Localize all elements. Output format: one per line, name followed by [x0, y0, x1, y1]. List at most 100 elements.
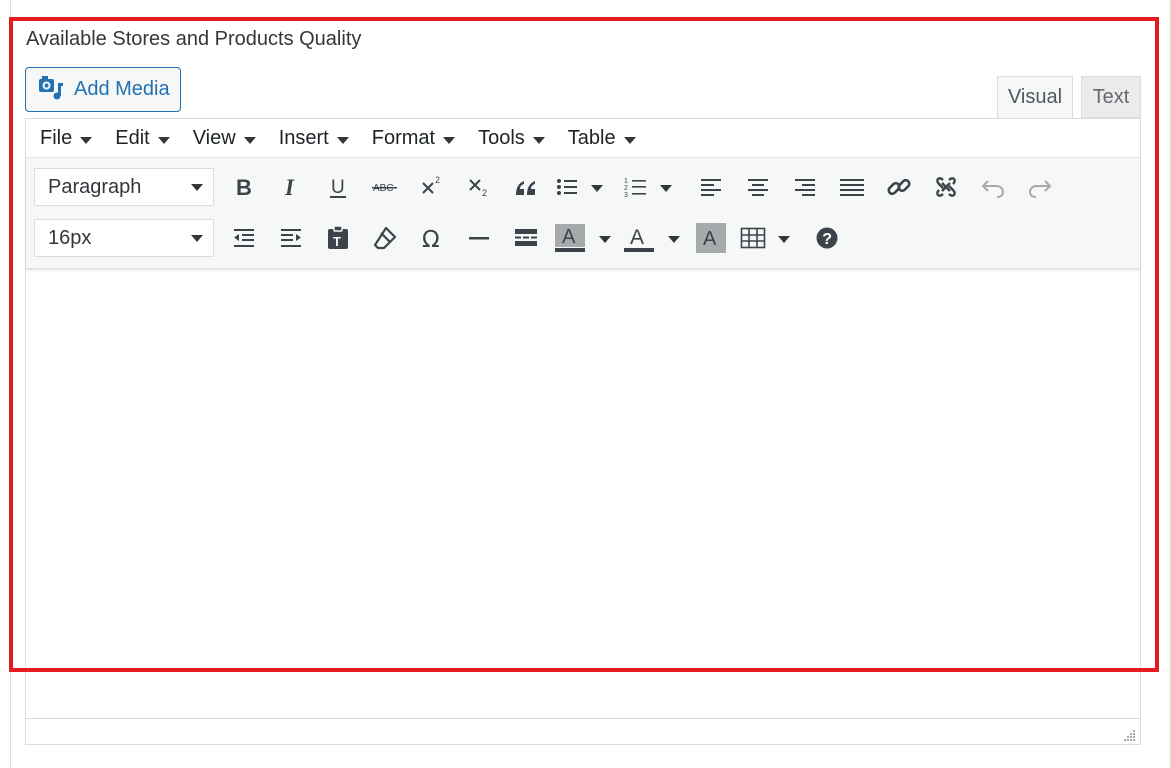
add-media-button[interactable]: Add Media	[25, 67, 181, 112]
menu-format[interactable]: Format	[371, 126, 456, 150]
editor-toolbar: Paragraph B I U ABC 2 2	[26, 158, 1140, 269]
svg-text:1: 1	[624, 178, 628, 185]
undo-icon	[981, 180, 1005, 198]
font-size-value: 16px	[48, 226, 92, 249]
menu-tools[interactable]: Tools	[478, 127, 545, 150]
paste-as-text-button[interactable]: T	[318, 219, 358, 257]
link-button[interactable]	[879, 168, 919, 206]
svg-text:I: I	[284, 175, 295, 199]
menu-format-label: Format	[371, 126, 436, 149]
caret-down-icon	[532, 136, 545, 144]
toolbar-row-2: 16px T Ω A A A ?	[34, 218, 854, 258]
align-center-icon	[748, 179, 768, 196]
svg-text:T: T	[333, 234, 341, 249]
outdent-button[interactable]	[224, 219, 264, 257]
font-size-select[interactable]: 16px	[34, 219, 214, 257]
editor-statusbar	[26, 718, 1140, 744]
camera-music-icon	[38, 74, 64, 106]
menu-file-label: File	[40, 126, 73, 149]
align-right-icon	[795, 179, 815, 196]
align-right-button[interactable]	[785, 168, 825, 206]
table-button[interactable]	[738, 219, 800, 257]
underline-icon: U	[330, 177, 346, 198]
align-center-button[interactable]	[738, 168, 778, 206]
caret-down-icon	[668, 235, 680, 243]
horizontal-line-button[interactable]	[459, 219, 499, 257]
block-format-select[interactable]: Paragraph	[34, 168, 214, 206]
caret-down-icon	[336, 136, 349, 144]
menu-insert-label: Insert	[278, 126, 329, 149]
table-icon	[740, 227, 766, 249]
svg-text:2: 2	[482, 188, 487, 198]
highlight-icon: A	[696, 223, 726, 253]
strikethrough-icon: ABC	[372, 183, 397, 194]
blockquote-icon	[516, 181, 535, 195]
caret-down-icon	[80, 136, 93, 144]
superscript-icon: 2	[422, 175, 440, 194]
subscript-icon: 2	[469, 179, 487, 198]
caret-down-icon	[191, 183, 203, 191]
menu-view-label: View	[192, 126, 236, 149]
caret-down-icon	[443, 136, 456, 144]
bold-button[interactable]: B	[224, 168, 264, 206]
redo-icon	[1028, 180, 1052, 198]
italic-button[interactable]: I	[271, 168, 311, 206]
field-label: Available Stores and Products Quality	[26, 28, 362, 50]
menu-insert[interactable]: Insert	[279, 127, 349, 150]
menu-view[interactable]: View	[193, 127, 256, 150]
svg-text:A: A	[562, 226, 576, 248]
numbered-list-button[interactable]: 123	[622, 168, 684, 206]
bullet-list-button[interactable]	[553, 168, 615, 206]
editor-content-area[interactable]	[26, 269, 1140, 719]
superscript-button[interactable]: 2	[412, 168, 452, 206]
undo-button[interactable]	[973, 168, 1013, 206]
text-color-button[interactable]: A	[622, 219, 684, 257]
tab-visual[interactable]: Visual	[997, 76, 1073, 118]
svg-text:A: A	[630, 226, 644, 249]
background-color-button[interactable]: A	[553, 219, 615, 257]
indent-icon	[281, 229, 301, 247]
subscript-button[interactable]: 2	[459, 168, 499, 206]
redo-button[interactable]	[1020, 168, 1060, 206]
svg-text:Ω: Ω	[422, 227, 440, 251]
indent-button[interactable]	[271, 219, 311, 257]
strikethrough-button[interactable]: ABC	[365, 168, 405, 206]
svg-text:A: A	[703, 228, 717, 250]
paste-as-text-icon: T	[328, 225, 348, 249]
menu-table[interactable]: Table	[568, 127, 636, 150]
resize-handle-icon[interactable]	[1124, 728, 1136, 741]
editor-menubar: File Edit View Insert Format Tools Table	[26, 119, 1140, 158]
tab-text[interactable]: Text	[1081, 76, 1141, 118]
rich-text-editor: File Edit View Insert Format Tools Table…	[25, 118, 1141, 745]
caret-down-icon	[243, 136, 256, 144]
special-character-icon: Ω	[422, 227, 440, 251]
unlink-icon	[936, 177, 956, 197]
align-left-button[interactable]	[691, 168, 731, 206]
horizontal-line-icon	[469, 237, 489, 240]
background-color-icon: A	[555, 224, 585, 252]
menu-edit[interactable]: Edit	[115, 126, 170, 150]
special-character-button[interactable]: Ω	[412, 219, 452, 257]
clear-formatting-button[interactable]	[365, 219, 405, 257]
blockquote-button[interactable]	[506, 168, 546, 206]
caret-down-icon	[157, 136, 170, 144]
underline-button[interactable]: U	[318, 168, 358, 206]
read-more-icon	[515, 229, 537, 246]
svg-text:2: 2	[435, 175, 440, 185]
block-format-value: Paragraph	[48, 175, 142, 198]
menu-edit-label: Edit	[115, 126, 150, 149]
svg-text:?: ?	[822, 231, 832, 248]
align-left-icon	[701, 179, 721, 196]
unlink-button[interactable]	[926, 168, 966, 206]
toolbar-row-1: Paragraph B I U ABC 2 2	[34, 167, 1067, 207]
link-icon	[887, 178, 911, 196]
menu-file[interactable]: File	[40, 126, 93, 150]
align-justify-button[interactable]	[832, 168, 872, 206]
caret-down-icon	[591, 184, 603, 192]
add-media-label: Add Media	[74, 78, 170, 100]
clear-formatting-icon	[373, 226, 397, 250]
highlight-button[interactable]: A	[691, 219, 731, 257]
outdent-icon	[234, 229, 254, 247]
help-button[interactable]: ?	[807, 219, 847, 257]
read-more-button[interactable]	[506, 219, 546, 257]
